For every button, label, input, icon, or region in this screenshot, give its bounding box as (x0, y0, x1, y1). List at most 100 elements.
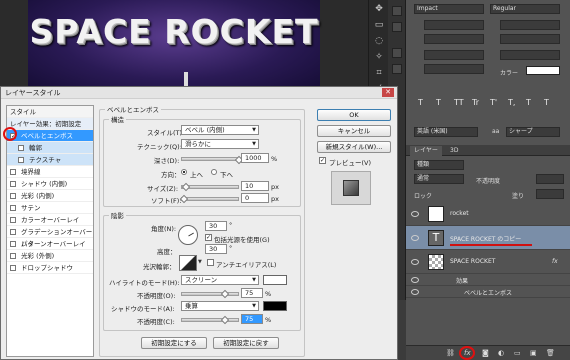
marquee-tool-icon[interactable]: ▭ (374, 20, 384, 30)
lasso-tool-icon[interactable]: ◌ (374, 36, 384, 46)
style-item-stroke[interactable]: 境界線 (7, 166, 93, 178)
faux-bold-icon[interactable]: T (418, 98, 423, 107)
angle-field[interactable]: 30 (205, 221, 227, 231)
highlight-opacity-field[interactable]: 75 (241, 288, 263, 298)
style-item-inner-shadow[interactable]: シャドウ (内側) (7, 178, 93, 190)
preview-checkbox[interactable]: ✓ (319, 157, 326, 164)
depth-field[interactable]: 1000 (241, 153, 269, 163)
highlight-opacity-slider[interactable] (181, 292, 239, 296)
direction-up-radio[interactable] (181, 169, 187, 175)
technique-select[interactable]: 滑らかに ▼ (181, 139, 259, 149)
style-item-gradient-overlay[interactable]: グラデーションオーバーレイ (7, 226, 93, 248)
style-item-default[interactable]: レイヤー効果：初期設定 (7, 118, 93, 130)
layer-row[interactable]: SPACE ROCKET fx (406, 250, 570, 274)
tab-layers[interactable]: レイヤー (410, 146, 442, 156)
global-light-checkbox[interactable]: ✓ (205, 234, 212, 241)
new-group-icon[interactable]: ▭ (514, 349, 521, 357)
visibility-eye-icon[interactable] (411, 211, 419, 217)
layer-name[interactable]: rocket (450, 210, 469, 217)
opacity-field[interactable] (536, 174, 564, 184)
superscript-icon[interactable]: T' (490, 98, 497, 107)
shadow-color-swatch[interactable] (263, 301, 287, 311)
reset-default-button[interactable]: 初期設定に戻す (213, 337, 279, 349)
checkbox-icon[interactable] (10, 193, 16, 199)
baseline-field[interactable] (500, 50, 560, 60)
chevron-down-icon[interactable]: ▼ (198, 259, 202, 265)
antialias-select[interactable]: シャープ (506, 127, 560, 137)
scale-field[interactable] (424, 50, 484, 60)
checkbox-icon[interactable] (10, 241, 16, 247)
gloss-contour-preview[interactable] (179, 255, 197, 271)
link-layers-icon[interactable]: ⛓ (446, 349, 455, 357)
style-item-bevel-emboss[interactable]: ✓ ベベルとエンボス (7, 130, 93, 142)
paragraph-panel-icon[interactable] (392, 64, 402, 74)
filter-select[interactable]: 種類 (414, 160, 464, 170)
highlight-color-swatch[interactable] (263, 275, 287, 285)
checkbox-icon[interactable] (10, 253, 16, 259)
style-item-outer-glow[interactable]: 光彩 (外側) (7, 250, 93, 262)
soften-field[interactable]: 0 (241, 193, 269, 203)
checkbox-icon[interactable] (18, 145, 24, 151)
shadow-opacity-slider[interactable] (181, 318, 239, 322)
tracking-field[interactable] (500, 34, 560, 44)
shadow-opacity-field[interactable]: 75 (241, 314, 263, 324)
new-style-button[interactable]: 新規スタイル(W)... (317, 141, 391, 153)
style-item-texture[interactable]: テクスチャ (7, 154, 93, 166)
size-field[interactable]: 10 (241, 181, 269, 191)
add-mask-icon[interactable]: ◙ (482, 349, 489, 357)
style-item-satin[interactable]: サテン (7, 202, 93, 214)
visibility-eye-icon[interactable] (411, 235, 419, 241)
style-item-inner-glow[interactable]: 光彩 (内側) (7, 190, 93, 202)
layer-name[interactable]: SPACE ROCKET (450, 258, 495, 265)
faux-italic-icon[interactable]: T (436, 98, 441, 107)
fill-field[interactable] (536, 189, 564, 199)
ok-button[interactable]: OK (317, 109, 391, 121)
altitude-field[interactable]: 30 (205, 244, 227, 254)
adjustment-layer-icon[interactable]: ◐ (498, 349, 504, 357)
depth-slider[interactable] (181, 157, 239, 161)
font-family-select[interactable]: Impact (414, 4, 484, 14)
kerning-field[interactable] (424, 34, 484, 44)
style-item-pattern-overlay[interactable]: パターンオーバーレイ (7, 238, 93, 250)
shadow-mode-select[interactable]: 乗算 ▼ (181, 301, 259, 311)
checkbox-icon[interactable] (10, 217, 16, 223)
antialias-checkbox[interactable] (207, 259, 214, 266)
tab-3d[interactable]: 3D (446, 146, 462, 156)
strikethrough-icon[interactable]: T (544, 98, 549, 107)
visibility-eye-icon[interactable] (411, 259, 419, 265)
font-style-select[interactable]: Regular (490, 4, 560, 14)
angle-dial[interactable] (178, 225, 198, 245)
language-select[interactable]: 英語 (米国) (414, 127, 478, 137)
underline-icon[interactable]: T (526, 98, 531, 107)
bevel-style-select[interactable]: ベベル (内側) ▼ (181, 125, 259, 135)
direction-down-radio[interactable] (211, 169, 217, 175)
close-icon[interactable]: ✕ (382, 88, 394, 97)
crop-tool-icon[interactable]: ⌗ (374, 68, 384, 78)
all-caps-icon[interactable]: TT (454, 98, 464, 107)
highlight-mode-select[interactable]: スクリーン ▼ (181, 275, 259, 285)
text-color-swatch[interactable] (526, 66, 560, 75)
effects-row[interactable]: 効果 (406, 274, 570, 286)
blend-mode-select[interactable]: 通常 (414, 174, 464, 184)
vert-scale-field[interactable] (424, 64, 484, 74)
small-caps-icon[interactable]: Tr (472, 98, 479, 107)
checkbox-icon[interactable] (10, 229, 16, 235)
trash-icon[interactable]: 🗑 (546, 349, 555, 357)
character-panel-icon[interactable] (392, 48, 402, 58)
leading-field[interactable] (500, 20, 560, 30)
checkbox-icon[interactable] (10, 181, 16, 187)
cancel-button[interactable]: キャンセル (317, 125, 391, 137)
effect-item-row[interactable]: ベベルとエンボス (406, 286, 570, 298)
layer-row[interactable]: rocket (406, 202, 570, 226)
checkbox-icon[interactable] (10, 205, 16, 211)
checkbox-icon[interactable] (10, 265, 16, 271)
history-panel-icon[interactable] (392, 6, 402, 16)
layer-name[interactable]: SPACE ROCKET のコピー (450, 234, 521, 243)
font-size-field[interactable] (424, 20, 484, 30)
new-layer-icon[interactable]: ▣ (530, 349, 537, 357)
style-item-drop-shadow[interactable]: ドロップシャドウ (7, 262, 93, 274)
layer-row-selected[interactable]: T SPACE ROCKET のコピー (406, 226, 570, 250)
style-item-contour[interactable]: 輪郭 (7, 142, 93, 154)
soften-slider[interactable] (181, 197, 239, 201)
visibility-eye-icon[interactable] (411, 289, 419, 295)
